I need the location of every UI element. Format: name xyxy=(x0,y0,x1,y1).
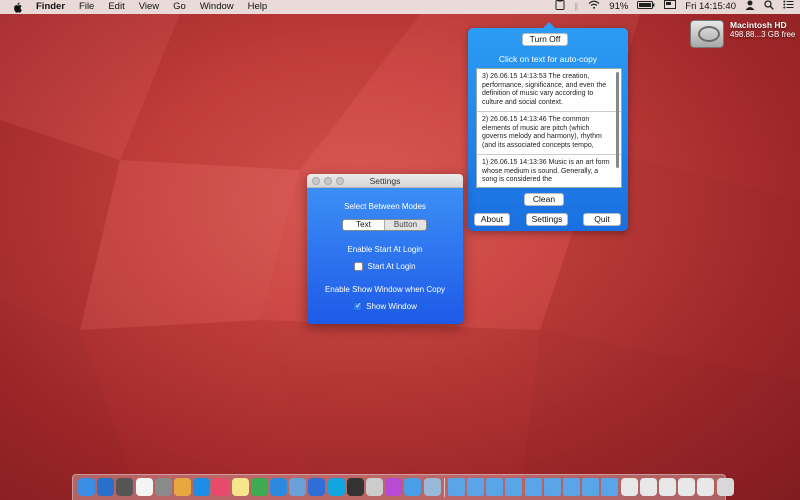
history-scrollbar[interactable] xyxy=(616,72,619,168)
battery-percent: 91% xyxy=(609,1,629,12)
turn-off-button[interactable]: Turn Off xyxy=(522,33,568,46)
photos-icon[interactable] xyxy=(174,478,191,496)
start-at-login-label[interactable]: Start At Login xyxy=(367,262,415,271)
close-window-button[interactable] xyxy=(312,177,320,185)
minimize-window-button[interactable] xyxy=(324,177,332,185)
modes-label: Select Between Modes xyxy=(344,202,426,211)
show-window-label[interactable]: Show Window xyxy=(366,302,417,311)
flower-icon[interactable] xyxy=(385,478,403,496)
menu-edit[interactable]: Edit xyxy=(101,0,131,14)
folder-9-icon[interactable] xyxy=(601,478,619,496)
spotlight-search-icon[interactable] xyxy=(764,0,774,15)
safari-icon[interactable] xyxy=(270,478,287,496)
login-heading: Enable Start At Login xyxy=(347,245,423,254)
settings-window: Settings Select Between Modes Text Butto… xyxy=(307,174,463,324)
launchpad-icon[interactable] xyxy=(116,478,134,496)
hard-drive-icon[interactable] xyxy=(690,20,724,48)
menu-file[interactable]: File xyxy=(72,0,101,14)
mode-segmented-control[interactable]: Text Button xyxy=(342,219,427,231)
document-4-icon[interactable] xyxy=(678,478,696,496)
folder-4-icon[interactable] xyxy=(505,478,523,496)
show-window-heading: Enable Show Window when Copy xyxy=(324,285,446,294)
show-window-box[interactable] xyxy=(353,301,363,311)
cocoapods-icon[interactable] xyxy=(346,478,364,496)
menu-go[interactable]: Go xyxy=(166,0,193,14)
settings-window-title: Settings xyxy=(369,176,401,186)
menu-view[interactable]: View xyxy=(132,0,166,14)
settings-button[interactable]: Settings xyxy=(526,213,568,226)
folder-6-icon[interactable] xyxy=(543,478,561,496)
document-1-icon[interactable] xyxy=(620,478,638,496)
folder-8-icon[interactable] xyxy=(582,478,600,496)
folder-2-icon[interactable] xyxy=(467,478,484,496)
calendar-icon[interactable] xyxy=(135,478,153,496)
app-store-icon[interactable] xyxy=(193,478,211,496)
document-2-icon[interactable] xyxy=(639,478,657,496)
show-window-checkbox[interactable]: Show Window xyxy=(307,301,463,311)
notes-icon[interactable] xyxy=(231,478,249,496)
zoom-window-button[interactable] xyxy=(336,177,344,185)
clipboard-history-list[interactable]: 3) 26.06.15 14:13:53 The creation, perfo… xyxy=(476,68,622,188)
folder-3-icon[interactable] xyxy=(486,478,504,496)
dropbox-icon[interactable] xyxy=(404,478,422,496)
about-button[interactable]: About xyxy=(474,213,510,226)
package-icon[interactable] xyxy=(423,478,441,496)
xcode-icon[interactable] xyxy=(308,478,326,496)
photo-browser-icon[interactable] xyxy=(154,478,172,496)
itunes-icon[interactable] xyxy=(212,478,230,496)
bluetooth-icon[interactable]: ᛒ xyxy=(574,0,579,14)
clean-button[interactable]: Clean xyxy=(524,193,564,206)
skype-icon[interactable] xyxy=(327,478,345,496)
dashboard-icon[interactable] xyxy=(97,478,115,496)
wifi-icon[interactable] xyxy=(588,0,600,14)
notification-center-icon[interactable] xyxy=(783,0,794,14)
settings-titlebar[interactable]: Settings xyxy=(307,174,463,188)
menu-finder[interactable]: Finder xyxy=(29,0,72,14)
history-entry[interactable]: 1) 26.06.15 14:13:36 Music is an art for… xyxy=(477,155,621,187)
preview-icon[interactable] xyxy=(289,478,307,496)
disk-label: Macintosh HD 498.88...3 GB free xyxy=(730,20,795,39)
mode-button-segment[interactable]: Button xyxy=(384,220,426,230)
desktop-disk-item[interactable]: Macintosh HD 498.88...3 GB free xyxy=(690,20,795,48)
mode-text-segment[interactable]: Text xyxy=(343,220,384,230)
clipboard-status-icon[interactable] xyxy=(555,0,565,15)
apple-menu-icon[interactable] xyxy=(6,2,29,13)
chrome-icon[interactable] xyxy=(250,478,268,496)
history-entry[interactable]: 3) 26.06.15 14:13:53 The creation, perfo… xyxy=(477,69,621,112)
start-at-login-checkbox[interactable]: Start At Login xyxy=(307,262,463,271)
start-at-login-box[interactable] xyxy=(354,262,364,271)
clock[interactable]: Fri 14:15:40 xyxy=(685,0,736,14)
user-icon[interactable] xyxy=(745,0,755,15)
trash-icon[interactable] xyxy=(716,478,734,496)
clipboard-popover: Turn Off Click on text for auto-copy 3) … xyxy=(468,22,628,231)
gallery-icon[interactable] xyxy=(366,478,383,496)
menu-bar: Finder File Edit View Go Window Help ᛒ 9… xyxy=(0,0,800,14)
folder-7-icon[interactable] xyxy=(563,478,580,496)
settings-body: Select Between Modes Text Button Enable … xyxy=(307,188,463,324)
document-3-icon[interactable] xyxy=(659,478,676,496)
popover-title: Click on text for auto-copy xyxy=(498,54,598,64)
menu-window[interactable]: Window xyxy=(193,0,241,14)
quit-button[interactable]: Quit xyxy=(583,213,621,226)
dock-separator xyxy=(443,478,445,497)
folder-5-icon[interactable] xyxy=(524,478,542,496)
menu-help[interactable]: Help xyxy=(241,0,275,14)
history-entry[interactable]: 2) 26.06.15 14:13:46 The common elements… xyxy=(477,112,621,155)
document-5-icon[interactable] xyxy=(697,478,715,496)
dock xyxy=(72,474,734,500)
finder-icon[interactable] xyxy=(78,478,95,496)
input-source-icon[interactable] xyxy=(664,0,677,14)
disk-name: Macintosh HD xyxy=(730,20,787,30)
folder-1-icon[interactable] xyxy=(447,478,465,496)
disk-info: 498.88...3 GB free xyxy=(730,30,796,39)
battery-icon[interactable] xyxy=(637,0,655,14)
